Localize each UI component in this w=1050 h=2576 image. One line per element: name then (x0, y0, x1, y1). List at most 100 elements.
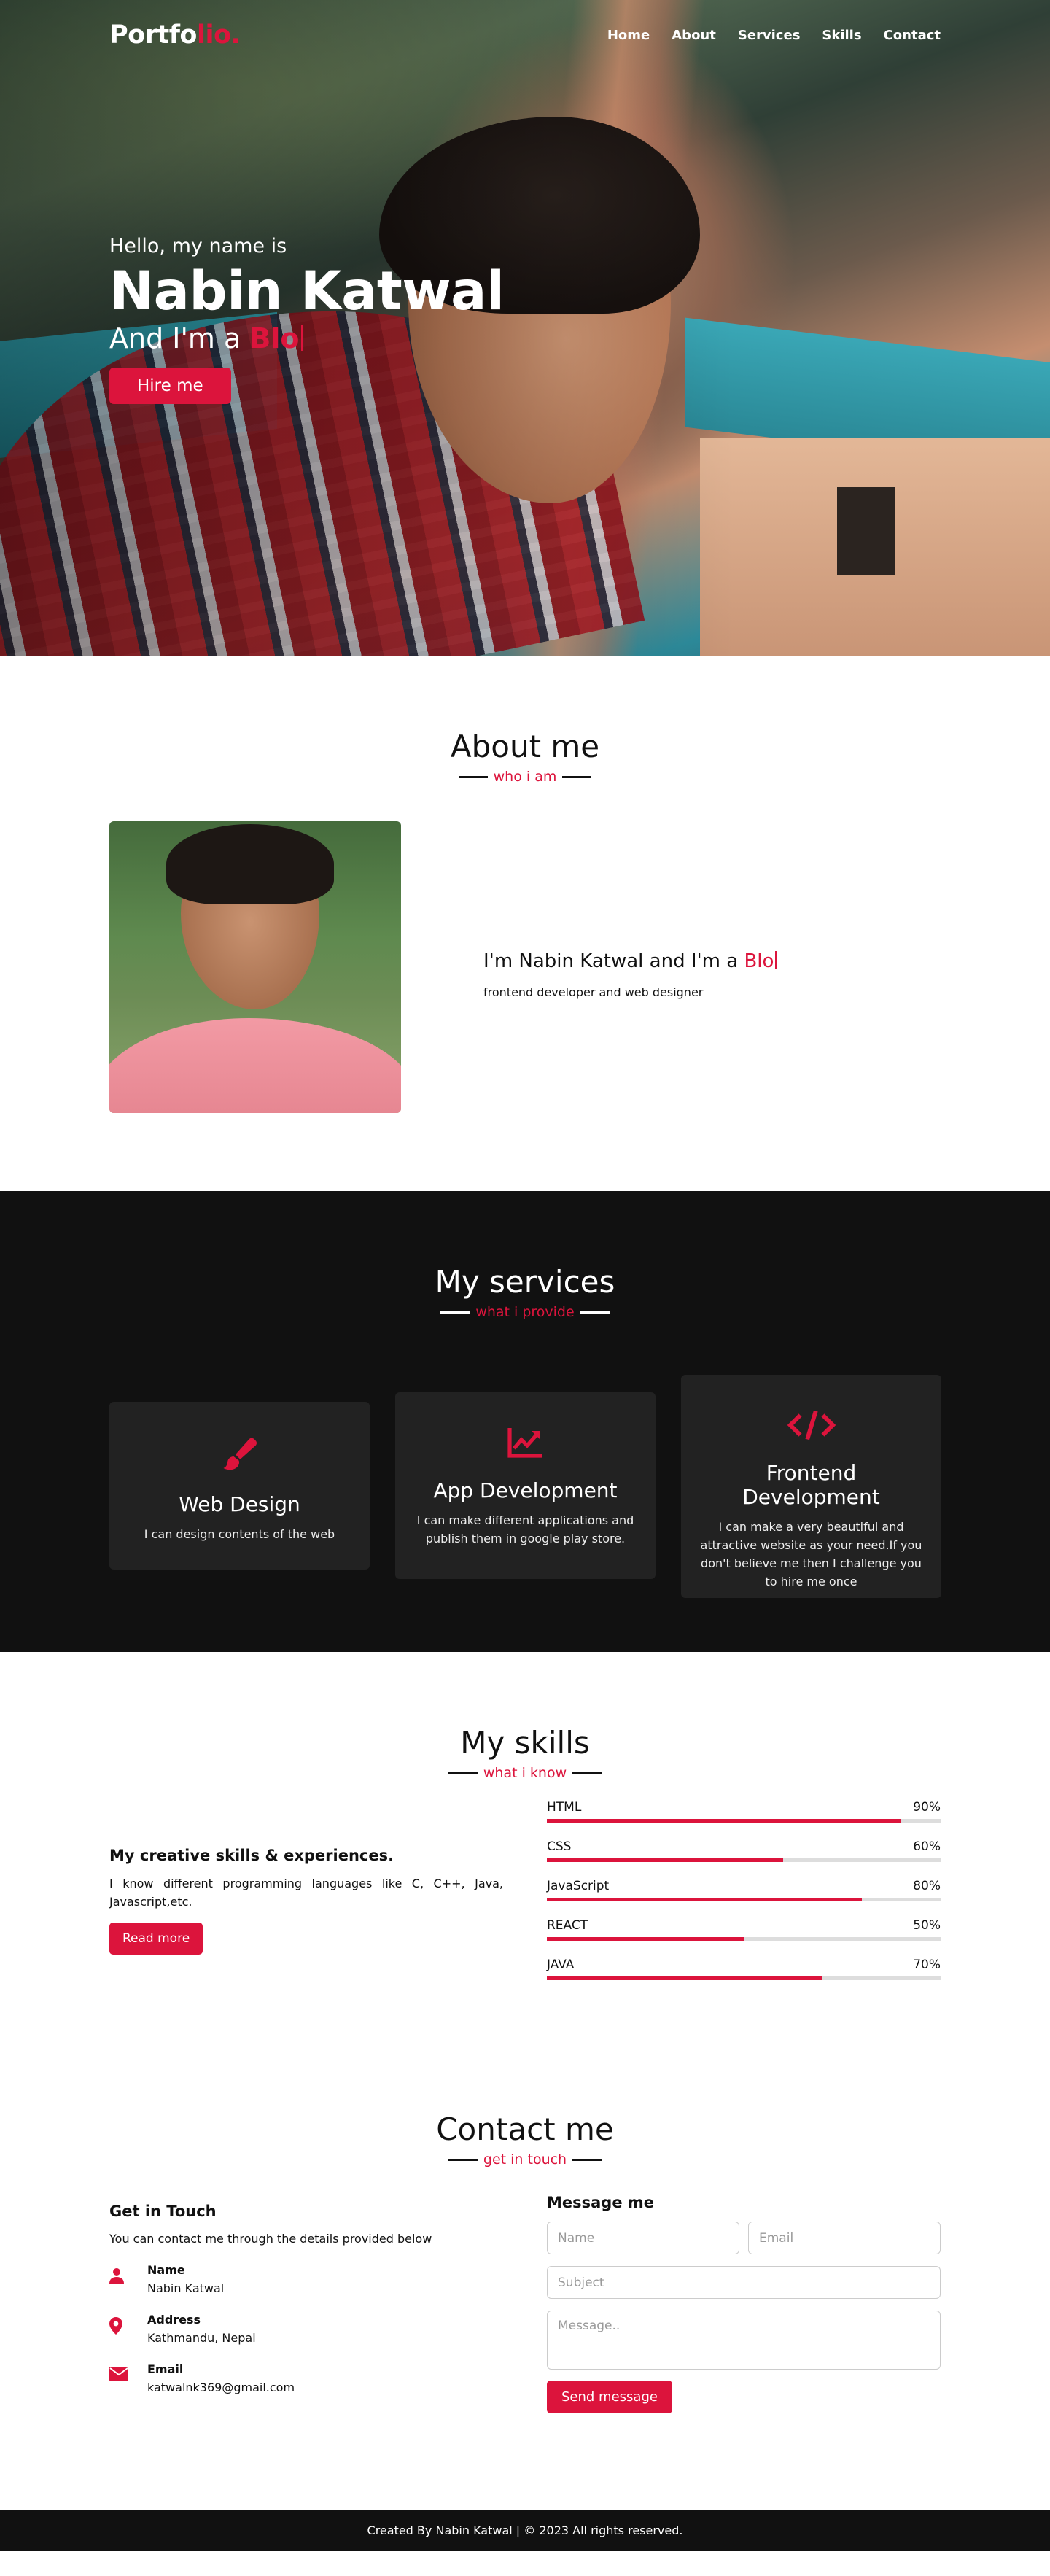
skill-percent: 70% (913, 1958, 941, 1972)
about-subtitle-text: who i am (493, 769, 557, 785)
navbar: Portfolio. Home About Services Skills Co… (109, 20, 941, 50)
about-heading-prefix: I'm Nabin Katwal and I'm a (483, 950, 739, 972)
nav-skills-link[interactable]: Skills (822, 28, 861, 43)
about-photo-hair (166, 824, 334, 904)
subtitle-line-right (580, 1311, 610, 1314)
contact-label: Email (147, 2362, 184, 2376)
skills-body: My creative skills & experiences. I know… (0, 1781, 1050, 2073)
user-icon (109, 2263, 147, 2287)
about-heading-typed: Blo (744, 950, 774, 972)
message-textarea[interactable]: Message.. (547, 2311, 941, 2370)
skills-heading: My creative skills & experiences. (109, 1847, 394, 1864)
services-subtitle-text: what i provide (475, 1304, 575, 1320)
hero-text: Hello, my name is Nabin Katwal And I'm a… (109, 235, 505, 404)
contact-section: Contact me get in touch Get in Touch You… (0, 2111, 1050, 2510)
logo-text: Portfo (109, 20, 197, 50)
skills-subtitle-text: what i know (483, 1765, 567, 1781)
about-body: I'm Nabin Katwal and I'm a Blo frontend … (0, 785, 1050, 1149)
services-subtitle: what i provide (0, 1304, 1050, 1320)
skills-intro: My creative skills & experiences. I know… (109, 1847, 503, 1955)
logo-accent-text: lio. (196, 20, 241, 50)
skill-track (547, 1937, 941, 1941)
skill-name: REACT (547, 1918, 588, 1933)
skill-fill (547, 1858, 783, 1862)
contact-title: Contact me (436, 2111, 614, 2147)
hero-greeting: Hello, my name is (109, 235, 287, 257)
code-icon (696, 1407, 927, 1449)
subject-input[interactable]: Subject (547, 2266, 941, 2299)
skill-percent: 90% (913, 1800, 941, 1815)
service-description: I can design contents of the web (144, 1527, 335, 1541)
subtitle-line-left (458, 775, 488, 778)
form-row: Name Email (547, 2222, 941, 2254)
skill-name: JAVA (547, 1958, 575, 1972)
skill-fill (547, 1819, 901, 1823)
nav-home-link[interactable]: Home (607, 28, 650, 43)
skill-bar-react: REACT 50% (547, 1918, 941, 1941)
nav-menu: Home About Services Skills Contact (607, 28, 941, 43)
contact-info-text: You can contact me through the details p… (109, 2232, 432, 2246)
contact-value: katwalnk369@gmail.com (147, 2381, 295, 2394)
skill-percent: 60% (913, 1839, 941, 1854)
contact-body: Get in Touch You can contact me through … (0, 2168, 1050, 2481)
skill-fill (547, 1976, 822, 1980)
service-title: App Development (433, 1478, 618, 1502)
logo[interactable]: Portfolio. (109, 20, 241, 50)
about-section: About me who i am I'm Nabin Katwal and I… (0, 656, 1050, 1191)
about-subtitle: who i am (0, 769, 1050, 785)
name-input[interactable]: Name (547, 2222, 739, 2254)
footer-suffix: | © 2023 All rights reserved. (516, 2523, 683, 2537)
skill-fill (547, 1937, 744, 1941)
skill-track (547, 1976, 941, 1980)
service-card-app-development[interactable]: App Development I can make different app… (395, 1392, 656, 1579)
email-input[interactable]: Email (748, 2222, 941, 2254)
contact-name-row: Name Nabin Katwal (109, 2263, 489, 2295)
contact-subtitle-text: get in touch (483, 2152, 567, 2168)
subtitle-line-left (448, 2158, 478, 2161)
contact-info: Get in Touch You can contact me through … (109, 2203, 489, 2394)
about-heading: I'm Nabin Katwal and I'm a Blo (483, 950, 778, 972)
skill-bars: HTML 90% CSS 60% JavaScript 80% REACT 50% JA… (547, 1800, 941, 1997)
hero-role: And I'm a Blo (109, 322, 504, 354)
map-marker-icon (109, 2313, 147, 2338)
read-more-button[interactable]: Read more (109, 1923, 203, 1955)
skill-fill (547, 1898, 862, 1901)
contact-address-row: Address Kathmandu, Nepal (109, 2313, 489, 2345)
nav-services-link[interactable]: Services (738, 28, 801, 43)
typing-cursor (300, 324, 303, 351)
footer-author-link[interactable]: Nabin Katwal (435, 2523, 512, 2537)
service-title: Frontend Development (742, 1461, 880, 1509)
about-text: I'm Nabin Katwal and I'm a Blo frontend … (483, 950, 778, 999)
service-card-web-design[interactable]: Web Design I can design contents of the … (109, 1402, 370, 1570)
hire-me-button[interactable]: Hire me (109, 368, 231, 404)
skill-name: CSS (547, 1839, 572, 1854)
typing-cursor (775, 950, 778, 969)
contact-subtitle: get in touch (0, 2152, 1050, 2168)
footer: Created By Nabin Katwal | © 2023 All rig… (0, 2510, 1050, 2551)
service-description: I can make a very beautiful and attracti… (700, 1520, 922, 1588)
skills-text: I know different programming languages l… (109, 1877, 503, 1909)
about-photo-shirt (109, 1018, 401, 1113)
skill-bar-html: HTML 90% (547, 1800, 941, 1823)
chart-line-icon (410, 1424, 641, 1467)
contact-value: Kathmandu, Nepal (147, 2331, 256, 2345)
footer-prefix: Created By (367, 2523, 432, 2537)
skill-bar-javascript: JavaScript 80% (547, 1879, 941, 1901)
subtitle-line-left (448, 1772, 478, 1774)
contact-email-row: Email katwalnk369@gmail.com (109, 2362, 489, 2394)
service-cards: Web Design I can design contents of the … (0, 1320, 1050, 1612)
send-message-button[interactable]: Send message (547, 2381, 672, 2413)
contact-value: Nabin Katwal (147, 2281, 225, 2295)
nav-about-link[interactable]: About (672, 28, 716, 43)
contact-label: Address (147, 2313, 201, 2327)
services-title: My services (435, 1264, 615, 1300)
subtitle-line-right (562, 775, 592, 778)
subtitle-line-left (440, 1311, 470, 1314)
nav-contact-link[interactable]: Contact (884, 28, 941, 43)
subtitle-line-right (572, 1772, 602, 1774)
contact-info-heading: Get in Touch (109, 2203, 217, 2220)
service-title: Web Design (179, 1492, 300, 1516)
contact-form-heading: Message me (547, 2194, 655, 2211)
contact-form: Message me Name Email Subject Message.. … (547, 2194, 941, 2413)
service-card-frontend-development[interactable]: Frontend Development I can make a very b… (681, 1375, 941, 1598)
